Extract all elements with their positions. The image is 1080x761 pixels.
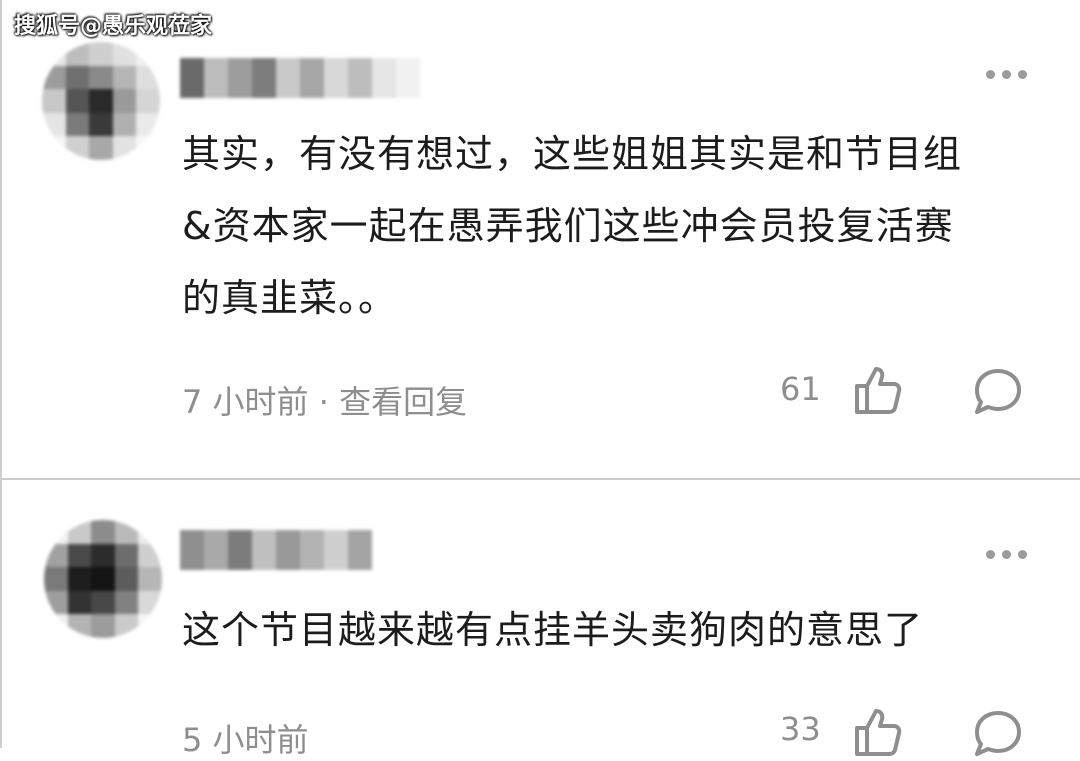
thumbs-up-icon[interactable] [852,364,904,416]
timestamp: 7 小时前 [182,383,309,421]
comment-item: 其实，有没有想过，这些姐姐其实是和节目组 &资本家一起在愚弄我们这些冲会员投复活… [0,0,1080,478]
comment-bubble-icon[interactable] [972,366,1024,418]
comment-bubble-icon[interactable] [972,708,1024,760]
comment-line: 其实，有没有想过，这些姐姐其实是和节目组 [182,132,963,176]
comment-line: 这个节目越来越有点挂羊头卖狗肉的意思了 [182,608,924,652]
comment-line: &资本家一起在愚弄我们这些冲会员投复活赛 [182,204,954,248]
timestamp: 5 小时前 [182,721,309,759]
like-count: 61 [780,370,821,408]
avatar[interactable] [42,42,160,160]
like-count: 33 [780,710,821,748]
comment-item: 这个节目越来越有点挂羊头卖狗肉的意思了 5 小时前 33 [0,480,1080,759]
username[interactable] [180,530,372,570]
comment-text: 其实，有没有想过，这些姐姐其实是和节目组 &资本家一起在愚弄我们这些冲会员投复活… [182,118,962,334]
more-dots-icon[interactable] [986,70,1027,79]
thumbs-up-icon[interactable] [852,706,904,758]
comment-meta: 5 小时前 [182,715,309,761]
watermark: 搜狐号@愚乐观莅家 [14,14,213,39]
avatar[interactable] [44,520,162,638]
comment-line: 的真韭菜。。 [182,276,398,320]
meta-separator: · [318,383,329,421]
more-dots-icon[interactable] [986,550,1027,559]
comment-text: 这个节目越来越有点挂羊头卖狗肉的意思了 [182,598,923,666]
view-replies-link[interactable]: 查看回复 [339,383,467,421]
username[interactable] [180,58,420,98]
comment-meta: 7 小时前 · 查看回复 [182,377,467,423]
